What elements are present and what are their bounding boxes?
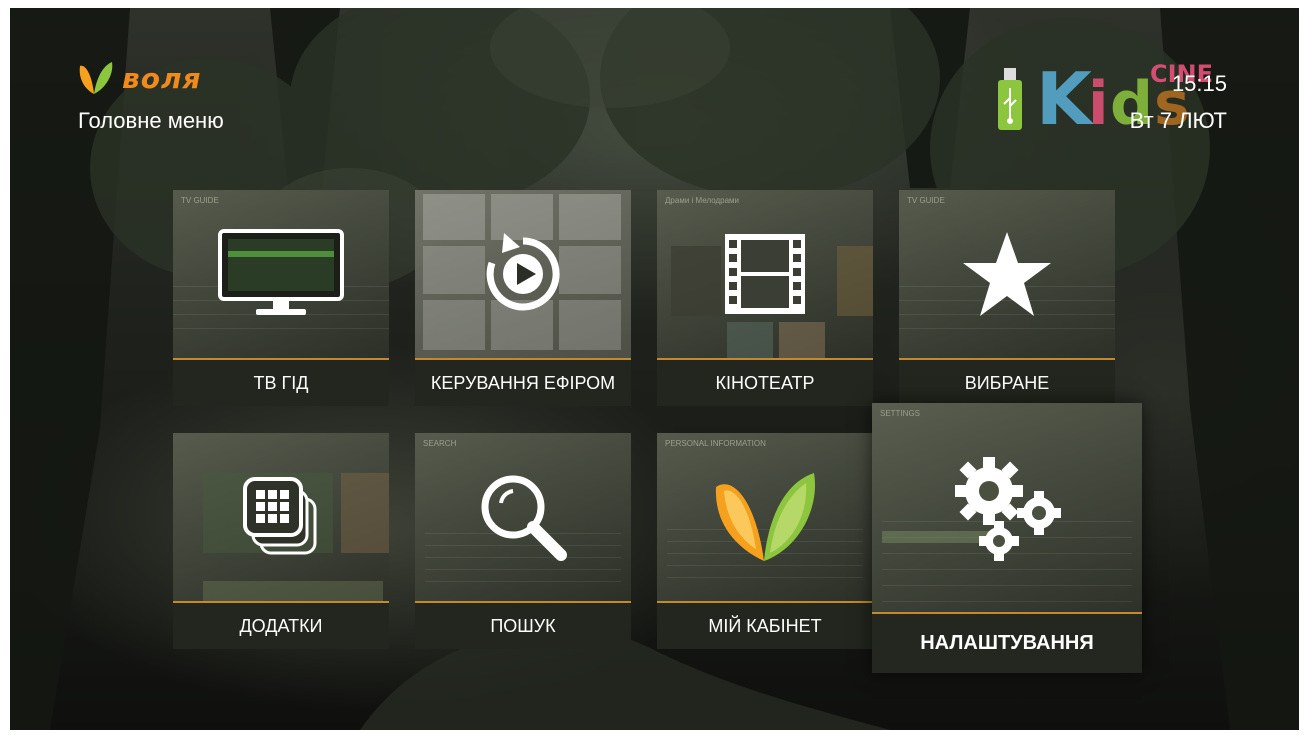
tile-label: НАЛАШТУВАННЯ: [872, 614, 1142, 673]
tile-settings[interactable]: SETTINGS НАЛАШТУВАННЯ: [872, 403, 1142, 673]
star-icon: [899, 190, 1115, 358]
tile-cinema[interactable]: Драми і Мелодрами КІНОТЕАТР: [657, 190, 873, 406]
tile-label: ВИБРАНЕ: [899, 360, 1115, 406]
tile-search[interactable]: SEARCH ПОШУК: [415, 433, 631, 649]
tile-label: ТВ ГІД: [173, 360, 389, 406]
tile-label: КІНОТЕАТР: [657, 360, 873, 406]
svg-text:K: K: [1036, 57, 1094, 138]
tile-label: МІЙ КАБІНЕТ: [657, 603, 873, 649]
volia-leaf-icon: [79, 62, 113, 94]
usb-icon: [996, 68, 1024, 136]
tile-tv-guide[interactable]: TV GUIDE ТВ ГІД: [173, 190, 389, 406]
tv-screen: воля Головне меню K i d s CINE 15:15 Вт …: [10, 8, 1299, 730]
replay-icon: [415, 190, 631, 358]
clock-date: Вт 7 ЛЮТ: [1129, 108, 1227, 133]
tile-label: КЕРУВАННЯ ЕФІРОМ: [415, 360, 631, 406]
tile-my-account[interactable]: PERSONAL INFORMATION МІЙ КАБІНЕТ: [657, 433, 873, 649]
gears-icon: [872, 403, 1142, 613]
search-icon: [415, 433, 631, 601]
brand-logo: воля: [76, 60, 201, 96]
page-title: Головне меню: [78, 108, 224, 133]
tv-monitor-icon: [173, 190, 389, 358]
volia-logo-icon: [657, 433, 873, 601]
apps-icon: [173, 433, 389, 601]
svg-text:i: i: [1088, 69, 1109, 138]
tile-label: ДОДАТКИ: [173, 603, 389, 649]
tile-favorites[interactable]: TV GUIDE ВИБРАНЕ: [899, 190, 1115, 406]
tile-apps[interactable]: ДОДАТКИ: [173, 433, 389, 649]
clock-time: 15:15: [1171, 71, 1227, 96]
tile-label: ПОШУК: [415, 603, 631, 649]
brand-name: воля: [122, 61, 202, 95]
film-strip-icon: [657, 190, 873, 358]
tile-live-control[interactable]: КЕРУВАННЯ ЕФІРОМ: [415, 190, 631, 406]
